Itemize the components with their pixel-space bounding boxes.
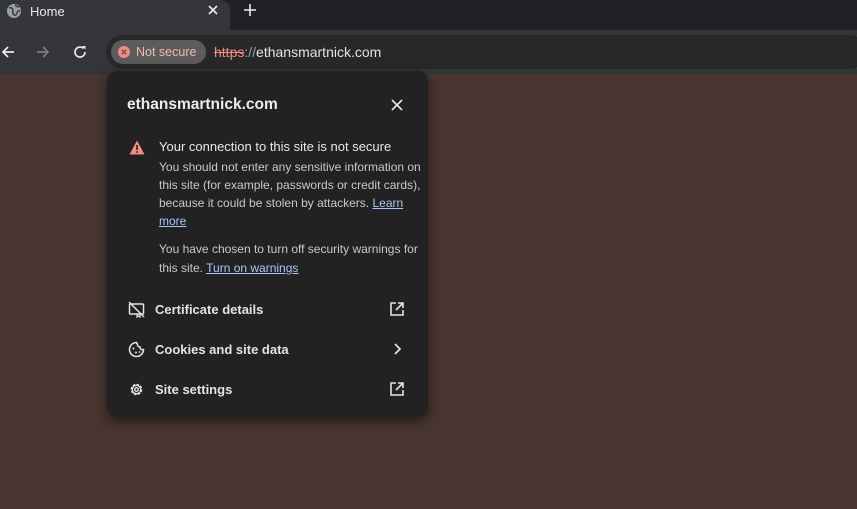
certificate-details-label: Certificate details xyxy=(155,302,264,317)
url-separator: :// xyxy=(244,44,257,60)
url-text[interactable]: https://ethansmartnick.com xyxy=(214,44,381,60)
close-tab-icon[interactable] xyxy=(205,2,221,18)
close-icon[interactable] xyxy=(390,98,404,112)
certificate-details-row[interactable]: Certificate details xyxy=(107,289,428,329)
new-tab-icon[interactable] xyxy=(242,2,258,18)
site-info-popup: ethansmartnick.com Your connection to th… xyxy=(107,71,428,417)
back-icon[interactable] xyxy=(0,44,16,60)
tab-home[interactable]: Home xyxy=(0,0,230,30)
globe-icon xyxy=(7,4,21,18)
site-settings-label: Site settings xyxy=(155,382,233,397)
cookie-icon xyxy=(128,341,145,358)
warning-body: You should not enter any sensitive infor… xyxy=(159,158,421,230)
address-bar[interactable]: Not secure https://ethansmartnick.com xyxy=(106,35,857,69)
popup-host: ethansmartnick.com xyxy=(127,96,278,113)
open-external-icon xyxy=(390,302,404,316)
toolbar: Not secure https://ethansmartnick.com xyxy=(0,30,857,74)
not-secure-chip[interactable]: Not secure xyxy=(111,40,206,64)
reload-icon[interactable] xyxy=(72,44,88,60)
gear-icon xyxy=(130,383,143,396)
security-warnings-note: You have chosen to turn off security war… xyxy=(159,240,421,278)
chevron-right-icon xyxy=(394,343,402,355)
url-host: ethansmartnick.com xyxy=(256,44,382,60)
cookies-site-data-row[interactable]: Cookies and site data xyxy=(107,329,428,369)
forward-icon[interactable] xyxy=(35,44,51,60)
tab-title: Home xyxy=(30,4,65,19)
site-settings-row[interactable]: Site settings xyxy=(107,369,428,409)
url-scheme: https xyxy=(214,44,245,60)
error-circle-icon xyxy=(118,46,130,58)
cookies-site-data-label: Cookies and site data xyxy=(155,342,289,357)
warning-title: Your connection to this site is not secu… xyxy=(159,139,392,154)
warning-triangle-icon xyxy=(129,140,145,155)
open-external-icon xyxy=(390,382,404,396)
certificate-off-icon xyxy=(128,301,145,318)
turn-on-warnings-link[interactable]: Turn on warnings xyxy=(206,261,298,275)
not-secure-label: Not secure xyxy=(136,45,197,59)
tab-strip: Home xyxy=(0,0,857,30)
